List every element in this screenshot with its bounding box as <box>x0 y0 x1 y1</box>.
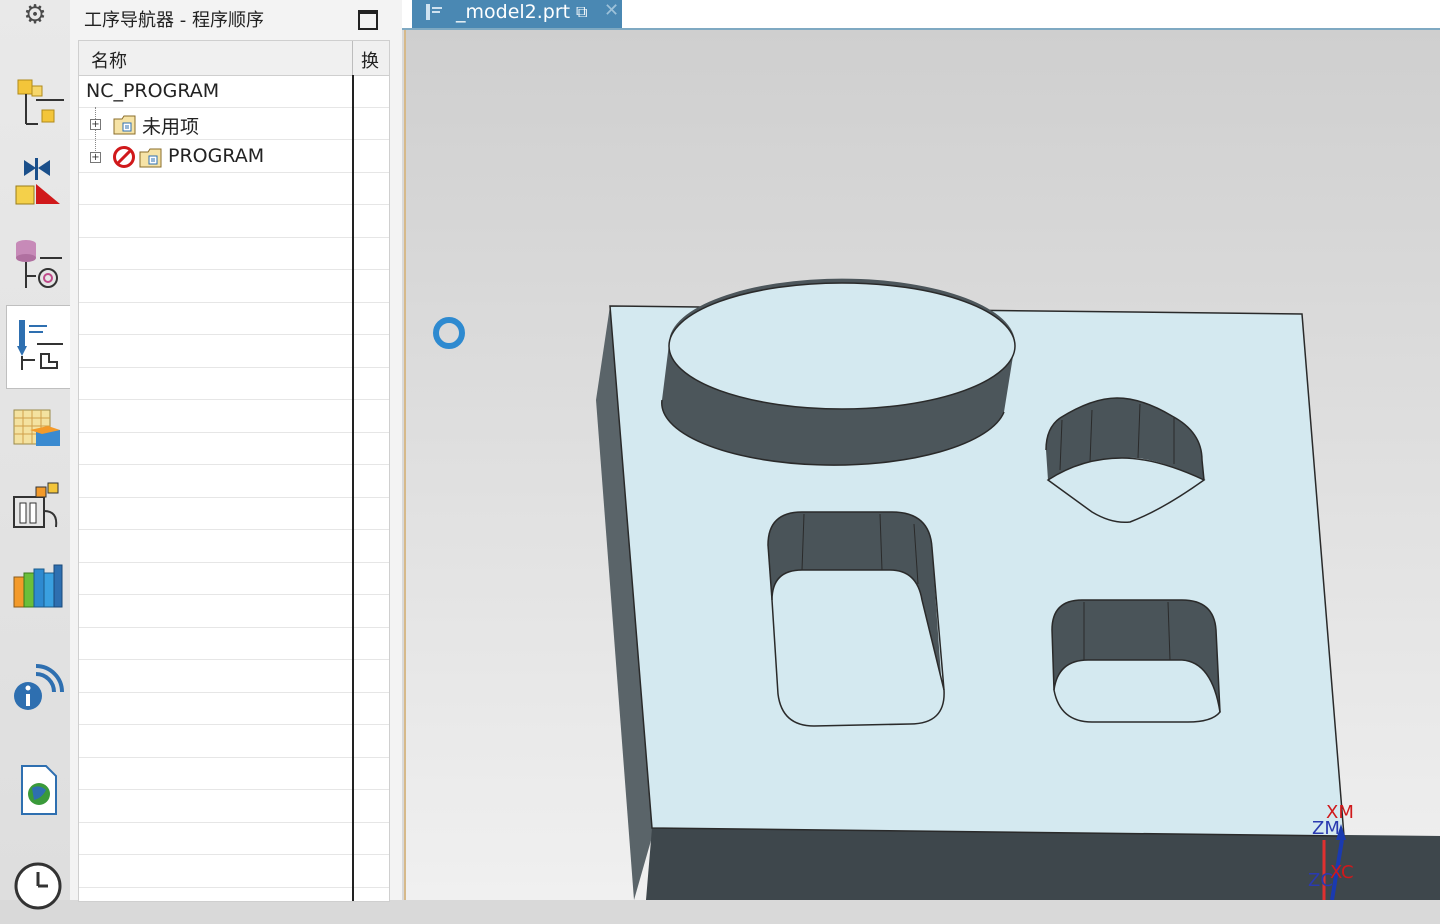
row-divider <box>79 172 389 173</box>
row-divider <box>79 302 389 303</box>
part-file-icon <box>426 4 442 20</box>
navigator-title: 工序导航器 - 程序顺序 <box>84 10 264 31</box>
hd3d-tools-icon[interactable] <box>6 475 66 539</box>
undock-icon[interactable]: ⧉ <box>576 2 587 22</box>
program-group-folder-icon <box>113 115 136 135</box>
row-divider <box>79 854 389 855</box>
tree-row-label: PROGRAM <box>168 145 265 167</box>
busy-spinner-icon <box>433 317 465 349</box>
row-divider <box>79 107 389 108</box>
pocket-large-floor <box>771 569 945 727</box>
row-divider <box>79 822 389 823</box>
row-divider <box>79 237 389 238</box>
pocket-small-floor <box>1053 659 1221 723</box>
row-divider <box>79 789 389 790</box>
row-divider <box>79 529 389 530</box>
roles-icon[interactable] <box>6 555 66 619</box>
gear-icon[interactable]: ⚙ <box>20 0 50 30</box>
navigator-tree-table: 名称 换 NC_PROGRAM + 未用项 + PROGRAM <box>78 40 390 902</box>
row-divider <box>79 269 389 270</box>
boss-top-face <box>668 282 1016 410</box>
tab-model2-prt[interactable]: _model2.prt ⧉ ✕ <box>412 0 622 28</box>
column-header-second[interactable]: 换 <box>361 47 379 73</box>
row-divider <box>79 464 389 465</box>
row-divider <box>79 757 389 758</box>
navigator-title-bar: 工序导航器 - 程序顺序 <box>70 0 402 36</box>
document-tab-bar: _model2.prt ⧉ ✕ <box>402 0 1440 30</box>
operation-navigator-panel: 工序导航器 - 程序顺序 名称 换 NC_PROGRAM + 未用项 + PRO… <box>70 0 402 902</box>
row-divider <box>79 627 389 628</box>
row-divider <box>79 594 389 595</box>
history-icon[interactable] <box>6 856 66 920</box>
maximize-icon[interactable] <box>358 10 378 30</box>
triad-label-zm: ZM <box>1312 818 1340 839</box>
graphics-viewport[interactable]: XM ZM ZC XC <box>404 30 1440 900</box>
row-divider <box>79 334 389 335</box>
close-icon[interactable]: ✕ <box>604 0 619 21</box>
assembly-navigator-icon[interactable] <box>6 232 66 296</box>
column-divider[interactable] <box>352 41 353 75</box>
expand-toggle-icon[interactable]: + <box>90 152 101 163</box>
not-allowed-status-icon <box>113 146 135 168</box>
reuse-library-icon[interactable] <box>6 398 66 462</box>
web-browser-icon[interactable] <box>6 758 66 822</box>
row-divider <box>79 139 389 140</box>
row-divider <box>79 562 389 563</box>
row-divider <box>79 692 389 693</box>
row-divider <box>79 367 389 368</box>
triad-label-xc: XC <box>1330 862 1354 883</box>
information-icon[interactable] <box>6 658 66 722</box>
resource-bar: ⚙ <box>0 0 71 910</box>
program-group-folder-icon <box>139 148 162 168</box>
row-divider <box>79 724 389 725</box>
column-header-row: 名称 换 <box>79 41 389 76</box>
column-separator <box>352 75 354 901</box>
tab-label: _model2.prt <box>456 1 571 23</box>
row-divider <box>79 399 389 400</box>
expand-toggle-icon[interactable]: + <box>90 119 101 130</box>
tree-row-label: NC_PROGRAM <box>86 80 220 102</box>
column-header-name[interactable]: 名称 <box>91 47 127 73</box>
part-model[interactable] <box>406 30 1440 900</box>
row-divider <box>79 432 389 433</box>
row-divider <box>79 497 389 498</box>
part-navigator-icon[interactable] <box>6 150 66 214</box>
tree-row-label: 未用项 <box>142 116 200 138</box>
row-divider <box>79 887 389 888</box>
machine-tool-navigator-icon[interactable] <box>6 72 66 136</box>
row-divider <box>79 659 389 660</box>
operation-navigator-icon[interactable] <box>6 305 70 389</box>
row-divider <box>79 204 389 205</box>
